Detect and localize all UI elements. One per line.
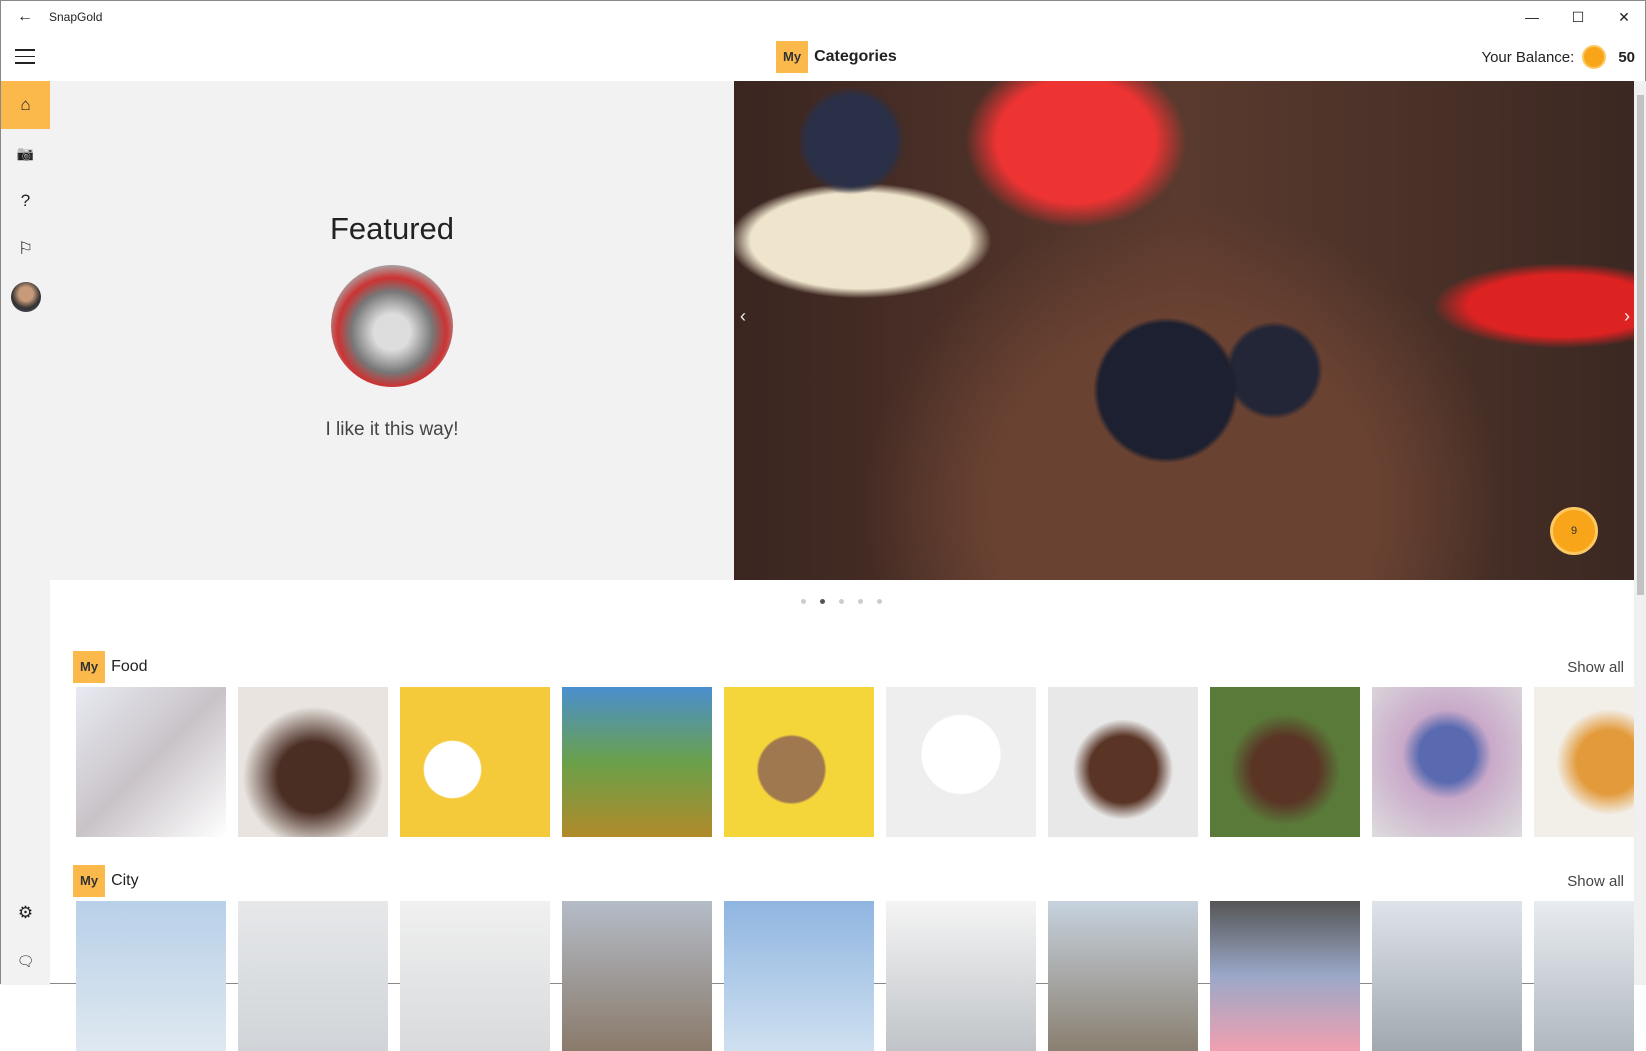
carousel-prev-button[interactable]: ‹ (740, 306, 746, 327)
carousel-dot-active[interactable] (820, 599, 825, 604)
photo-thumbnail[interactable] (238, 901, 388, 1051)
section-title: Food (111, 658, 148, 675)
photo-thumbnail[interactable] (724, 687, 874, 837)
carousel-dot[interactable] (858, 599, 863, 604)
carousel-dot[interactable] (877, 599, 882, 604)
sidebar-item-profile[interactable] (1, 273, 50, 321)
photo-thumbnail[interactable] (1210, 687, 1360, 837)
sidebar-item-help[interactable]: ? (1, 177, 50, 225)
my-badge: My (73, 865, 106, 897)
avatar (10, 282, 41, 312)
photo-thumbnail[interactable] (76, 901, 226, 1051)
show-all-link[interactable]: Show all (1567, 873, 1624, 890)
balance: Your Balance: 50 (1481, 45, 1635, 69)
scrollbar[interactable] (1634, 81, 1646, 985)
photo-thumbnail[interactable] (400, 901, 550, 1051)
featured-caption: I like it this way! (325, 419, 459, 440)
home-icon: ⌂ (20, 95, 31, 114)
carousel-dots (801, 599, 882, 604)
sidebar: ⌂ 📷 ? ⚐ ⚙ 🗨 (1, 81, 50, 985)
balance-label: Your Balance: (1481, 48, 1575, 66)
gear-icon: ⚙ (17, 903, 34, 922)
page-title: My Categories (776, 41, 897, 73)
my-badge: My (776, 41, 809, 73)
scrollbar-thumb[interactable] (1637, 95, 1644, 595)
photo-thumbnail[interactable] (562, 901, 712, 1051)
photo-thumbnail[interactable] (1210, 901, 1360, 1051)
photo-thumbnail[interactable] (562, 687, 712, 837)
help-icon: ? (20, 191, 31, 210)
title-bar: ← SnapGold — ☐ ✕ (1, 1, 1646, 33)
photo-thumbnail[interactable] (400, 687, 550, 837)
flag-icon: ⚐ (17, 239, 34, 258)
app-title: SnapGold (49, 10, 103, 24)
photo-thumbnail[interactable] (1048, 901, 1198, 1051)
feedback-icon: 🗨 (16, 952, 35, 969)
categories-title: Categories (814, 48, 897, 65)
my-badge: My (73, 651, 106, 683)
featured-panel[interactable]: Featured I like it this way! (50, 81, 734, 580)
coin-icon (1582, 45, 1607, 69)
section-title: City (111, 872, 139, 889)
carousel-dot[interactable] (839, 599, 844, 604)
photo-thumbnail[interactable] (1048, 687, 1198, 837)
count-badge[interactable]: 9 (1550, 507, 1598, 555)
maximize-button[interactable]: ☐ (1555, 1, 1601, 33)
feedback-button[interactable]: 🗨 (1, 937, 50, 985)
minimize-button[interactable]: — (1509, 1, 1555, 33)
photo-thumbnail[interactable] (1534, 901, 1634, 1051)
balance-value: 50 (1618, 48, 1635, 66)
hamburger-menu-icon[interactable] (15, 49, 35, 69)
photo-thumbnail[interactable] (76, 687, 226, 837)
carousel-dot[interactable] (801, 599, 806, 604)
section-city: My City Show all (73, 865, 1634, 1051)
photo-thumbnail[interactable] (1372, 687, 1522, 837)
photo-thumbnail[interactable] (1372, 901, 1522, 1051)
featured-image[interactable] (331, 265, 453, 387)
carousel-next-button[interactable]: › (1624, 306, 1630, 327)
header: My Categories Your Balance: 50 (1, 33, 1646, 81)
photo-thumbnail[interactable] (886, 687, 1036, 837)
settings-button[interactable]: ⚙ (1, 889, 50, 937)
featured-title: Featured (329, 211, 455, 246)
close-button[interactable]: ✕ (1601, 1, 1646, 33)
back-button[interactable]: ← (1, 8, 49, 26)
sidebar-item-flag[interactable]: ⚐ (1, 225, 50, 273)
sidebar-item-home[interactable]: ⌂ (1, 81, 50, 129)
show-all-link[interactable]: Show all (1567, 659, 1624, 676)
photo-thumbnail[interactable] (886, 901, 1036, 1051)
photo-thumbnail[interactable] (724, 901, 874, 1051)
carousel-image[interactable]: ‹ › 9 (734, 81, 1634, 580)
section-food: My Food Show all (73, 651, 1634, 837)
sidebar-item-camera[interactable]: 📷 (1, 129, 50, 177)
camera-icon: 📷 (16, 144, 35, 161)
photo-thumbnail[interactable] (238, 687, 388, 837)
photo-thumbnail[interactable] (1534, 687, 1634, 837)
